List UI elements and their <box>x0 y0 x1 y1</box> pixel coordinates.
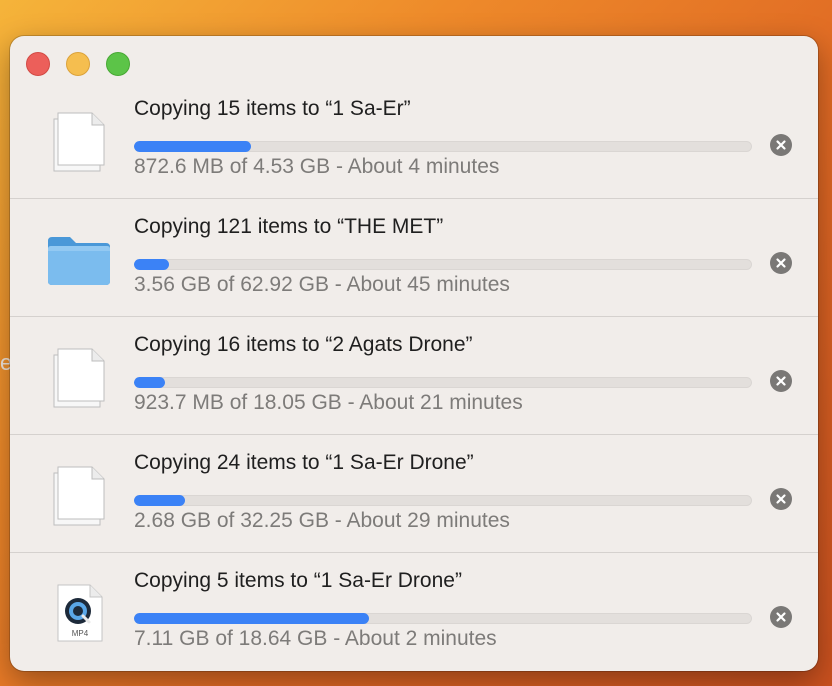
minimize-window-button[interactable] <box>66 52 90 76</box>
copy-operation-row: Copying 16 items to “2 Agats Drone” 923.… <box>10 317 818 435</box>
progress-bar <box>134 613 752 624</box>
x-icon <box>776 258 786 268</box>
stop-copy-button[interactable] <box>770 134 792 156</box>
stop-copy-button[interactable] <box>770 252 792 274</box>
x-icon <box>776 494 786 504</box>
x-icon <box>776 376 786 386</box>
copy-title: Copying 121 items to “THE MET” <box>134 215 444 238</box>
copy-status: 2.68 GB of 32.25 GB - About 29 minutes <box>134 509 510 532</box>
progress-fill <box>134 495 186 506</box>
document-stack-icon <box>46 345 112 411</box>
copy-title: Copying 5 items to “1 Sa-Er Drone” <box>134 569 462 592</box>
progress-fill <box>134 259 170 270</box>
copy-title: Copying 15 items to “1 Sa-Er” <box>134 97 411 120</box>
copy-title: Copying 24 items to “1 Sa-Er Drone” <box>134 451 474 474</box>
close-window-button[interactable] <box>26 52 50 76</box>
folder-icon <box>46 227 112 293</box>
stop-copy-button[interactable] <box>770 606 792 628</box>
progress-fill <box>134 613 370 624</box>
progress-fill <box>134 377 165 388</box>
copy-status: 7.11 GB of 18.64 GB - About 2 minutes <box>134 627 497 650</box>
copy-operation-row: Copying 121 items to “THE MET” 3.56 GB o… <box>10 199 818 317</box>
zoom-window-button[interactable] <box>106 52 130 76</box>
progress-fill <box>134 141 252 152</box>
stop-copy-button[interactable] <box>770 488 792 510</box>
copy-status: 872.6 MB of 4.53 GB - About 4 minutes <box>134 155 500 178</box>
copy-status: 923.7 MB of 18.05 GB - About 21 minutes <box>134 391 523 414</box>
document-stack-icon <box>46 463 112 529</box>
copy-progress-window: Copying 15 items to “1 Sa-Er” 872.6 MB o… <box>10 36 818 671</box>
copy-status: 3.56 GB of 62.92 GB - About 45 minutes <box>134 273 510 296</box>
title-bar[interactable] <box>10 36 818 86</box>
progress-bar <box>134 141 752 152</box>
progress-bar <box>134 259 752 270</box>
copy-title: Copying 16 items to “2 Agats Drone” <box>134 333 473 356</box>
x-icon <box>776 140 786 150</box>
document-stack-icon <box>46 109 112 175</box>
copy-operation-row: MP4 Copying 5 items to “1 Sa-Er Drone” 7… <box>10 553 818 671</box>
mp4-label: MP4 <box>72 629 89 638</box>
mp4-file-icon: MP4 <box>46 581 112 647</box>
copy-operation-row: Copying 24 items to “1 Sa-Er Drone” 2.68… <box>10 435 818 553</box>
stop-copy-button[interactable] <box>770 370 792 392</box>
progress-bar <box>134 495 752 506</box>
copy-operation-row: Copying 15 items to “1 Sa-Er” 872.6 MB o… <box>10 81 818 199</box>
x-icon <box>776 612 786 622</box>
progress-bar <box>134 377 752 388</box>
